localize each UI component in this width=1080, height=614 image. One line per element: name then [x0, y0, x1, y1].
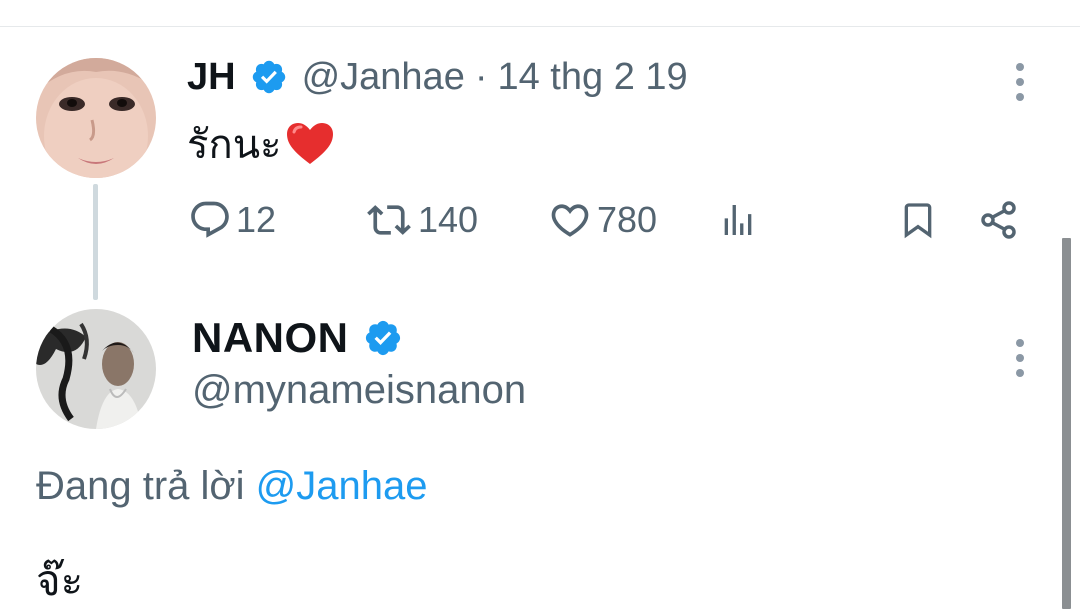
reply-icon [191, 201, 229, 238]
reply-author-row: NANON [192, 312, 403, 364]
like-count: 780 [597, 199, 658, 240]
retweet-icon [367, 205, 411, 235]
verified-badge-icon [252, 60, 285, 94]
author-name[interactable]: JH [187, 56, 236, 99]
tweet-text: รักนะ [187, 112, 336, 176]
reply-count: 12 [236, 199, 277, 240]
views-button[interactable] [718, 196, 758, 244]
share-button[interactable] [978, 196, 1022, 244]
avatar-nanon[interactable] [36, 309, 156, 429]
more-options-icon[interactable] [1014, 339, 1026, 377]
like-button[interactable]: 780 [547, 196, 657, 244]
reply-author-name[interactable]: NANON [192, 314, 349, 362]
avatar-jh[interactable] [36, 58, 156, 178]
bookmark-icon [904, 203, 932, 239]
retweet-button[interactable]: 140 [364, 196, 478, 244]
thread-line [93, 184, 98, 300]
tweet-date[interactable]: 14 thg 2 19 [497, 56, 687, 99]
tweet-header: JH @Janhae · 14 thg 2 19 [187, 54, 688, 100]
like-icon [551, 204, 589, 237]
more-options-icon[interactable] [1014, 63, 1026, 101]
views-icon [724, 205, 752, 235]
replying-mention-link[interactable]: @Janhae [256, 464, 428, 508]
heart-emoji [286, 123, 333, 164]
replying-to: Đang trả lời @Janhae [36, 464, 428, 509]
reply-author-handle[interactable]: @mynameisnanon [192, 368, 526, 413]
tweet-text-content: รักนะ [187, 123, 282, 167]
verified-badge-icon [365, 320, 400, 356]
reply-text: จ๊ะ [36, 557, 84, 604]
reply-button[interactable]: 12 [188, 196, 276, 244]
replying-prefix: Đang trả lời [36, 464, 245, 508]
author-handle[interactable]: @Janhae [302, 56, 465, 99]
scrollbar[interactable] [1062, 238, 1071, 609]
separator-dot: · [474, 55, 488, 98]
top-divider [0, 26, 1080, 27]
share-icon [981, 201, 1016, 239]
retweet-count: 140 [418, 199, 479, 240]
bookmark-button[interactable] [898, 196, 938, 244]
